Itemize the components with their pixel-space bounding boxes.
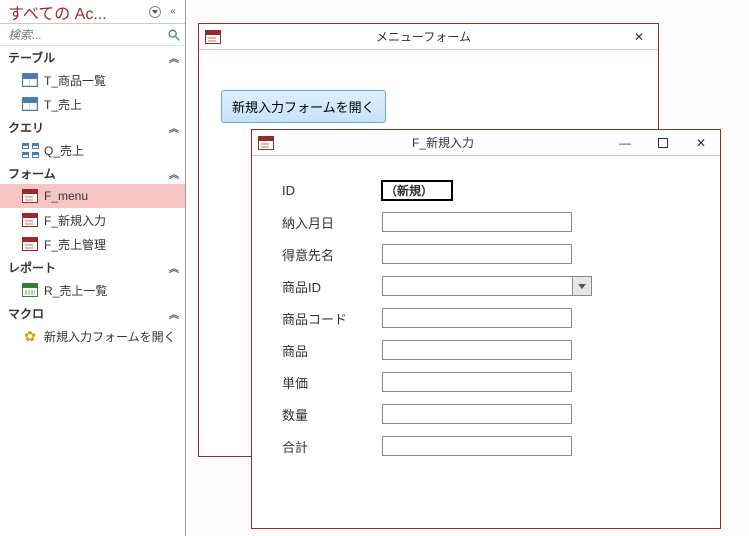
group-label: クエリ xyxy=(8,119,169,136)
nav-item-form-menu[interactable]: F_menu xyxy=(0,184,185,208)
close-icon: ✕ xyxy=(634,30,644,44)
unit-price-label: 単価 xyxy=(282,373,382,392)
report-icon xyxy=(22,283,38,297)
menu-form-body: 新規入力フォームを開く xyxy=(199,50,658,133)
menu-form-title: メニューフォーム xyxy=(227,28,620,45)
nav-item-label: R_売上一覧 xyxy=(44,282,107,299)
maximize-button[interactable] xyxy=(644,130,682,156)
group-label: テーブル xyxy=(8,49,169,66)
delivery-date-label: 納入月日 xyxy=(282,213,382,232)
customer-label: 得意先名 xyxy=(282,245,382,264)
work-area: メニューフォーム ✕ 新規入力フォームを開く F_新規入力 — ✕ ID （新規… xyxy=(186,0,749,536)
nav-item-label: F_menu xyxy=(44,189,88,203)
search-input[interactable] xyxy=(6,27,167,43)
category-dropdown-button[interactable] xyxy=(147,4,163,20)
group-header-reports[interactable]: レポート ︽ xyxy=(0,256,185,278)
group-header-forms[interactable]: フォーム ︽ xyxy=(0,162,185,184)
group-header-tables[interactable]: テーブル ︽ xyxy=(0,46,185,68)
nav-item-label: T_商品一覧 xyxy=(44,72,106,89)
collapse-icon: ︽ xyxy=(169,306,179,321)
group-header-queries[interactable]: クエリ ︽ xyxy=(0,116,185,138)
double-chevron-left-icon: « xyxy=(170,6,176,17)
nav-item-table[interactable]: T_売上 xyxy=(0,92,185,116)
close-icon: ✕ xyxy=(696,136,706,150)
group-label: フォーム xyxy=(8,165,169,182)
product-id-combo xyxy=(382,276,592,296)
id-label: ID xyxy=(282,183,382,198)
entry-form-title: F_新規入力 xyxy=(280,134,606,151)
id-value[interactable]: （新規） xyxy=(382,181,452,200)
search-row xyxy=(0,24,185,46)
table-icon xyxy=(22,73,38,87)
collapse-icon: ︽ xyxy=(169,120,179,135)
collapse-icon: ︽ xyxy=(169,166,179,181)
form-icon xyxy=(258,136,274,150)
nav-title: すべての Ac... xyxy=(8,0,145,24)
product-id-input[interactable] xyxy=(382,276,572,296)
collapse-pane-button[interactable]: « xyxy=(165,4,181,20)
form-icon xyxy=(22,189,38,203)
product-id-label: 商品ID xyxy=(282,277,382,296)
macro-icon: ✿ xyxy=(22,329,38,343)
product-code-input[interactable] xyxy=(382,308,572,328)
total-label: 合計 xyxy=(282,437,382,456)
close-button[interactable]: ✕ xyxy=(682,130,720,156)
entry-form-titlebar[interactable]: F_新規入力 — ✕ xyxy=(252,130,720,156)
nav-item-form[interactable]: F_新規入力 xyxy=(0,208,185,232)
minimize-icon: — xyxy=(619,136,631,150)
product-input[interactable] xyxy=(382,340,572,360)
product-id-dropdown-button[interactable] xyxy=(572,276,592,296)
nav-item-label: Q_売上 xyxy=(44,142,84,159)
total-input[interactable] xyxy=(382,436,572,456)
product-code-label: 商品コード xyxy=(282,309,382,328)
chevron-down-icon xyxy=(149,6,161,18)
entry-form-window: F_新規入力 — ✕ ID （新規） 納入月日 得意先名 商品ID xyxy=(251,129,721,529)
form-icon xyxy=(22,237,38,251)
query-icon xyxy=(22,143,38,157)
menu-form-titlebar[interactable]: メニューフォーム ✕ xyxy=(199,24,658,50)
nav-item-label: F_新規入力 xyxy=(44,212,106,229)
nav-item-label: 新規入力フォームを開く xyxy=(44,328,176,345)
delivery-date-input[interactable] xyxy=(382,212,572,232)
quantity-label: 数量 xyxy=(282,405,382,424)
close-button[interactable]: ✕ xyxy=(620,24,658,50)
nav-item-query[interactable]: Q_売上 xyxy=(0,138,185,162)
nav-item-macro[interactable]: ✿ 新規入力フォームを開く xyxy=(0,324,185,348)
form-icon xyxy=(205,30,221,44)
nav-item-report[interactable]: R_売上一覧 xyxy=(0,278,185,302)
customer-input[interactable] xyxy=(382,244,572,264)
collapse-icon: ︽ xyxy=(169,260,179,275)
group-label: マクロ xyxy=(8,305,169,322)
unit-price-input[interactable] xyxy=(382,372,572,392)
navigation-pane: すべての Ac... « テーブル ︽ T_商品一覧 T_売上 クエリ ︽ Q_… xyxy=(0,0,186,536)
nav-item-label: F_売上管理 xyxy=(44,236,106,253)
group-header-macros[interactable]: マクロ ︽ xyxy=(0,302,185,324)
nav-item-label: T_売上 xyxy=(44,96,82,113)
table-icon xyxy=(22,97,38,111)
search-icon[interactable] xyxy=(167,27,181,43)
minimize-button[interactable]: — xyxy=(606,130,644,156)
product-label: 商品 xyxy=(282,341,382,360)
collapse-icon: ︽ xyxy=(169,50,179,65)
form-icon xyxy=(22,213,38,227)
maximize-icon xyxy=(658,138,668,148)
open-entry-form-button[interactable]: 新規入力フォームを開く xyxy=(221,90,386,123)
group-label: レポート xyxy=(8,259,169,276)
nav-header: すべての Ac... « xyxy=(0,0,185,24)
quantity-input[interactable] xyxy=(382,404,572,424)
nav-item-table[interactable]: T_商品一覧 xyxy=(0,68,185,92)
nav-item-form[interactable]: F_売上管理 xyxy=(0,232,185,256)
entry-form-body: ID （新規） 納入月日 得意先名 商品ID 商品コード xyxy=(252,156,720,482)
